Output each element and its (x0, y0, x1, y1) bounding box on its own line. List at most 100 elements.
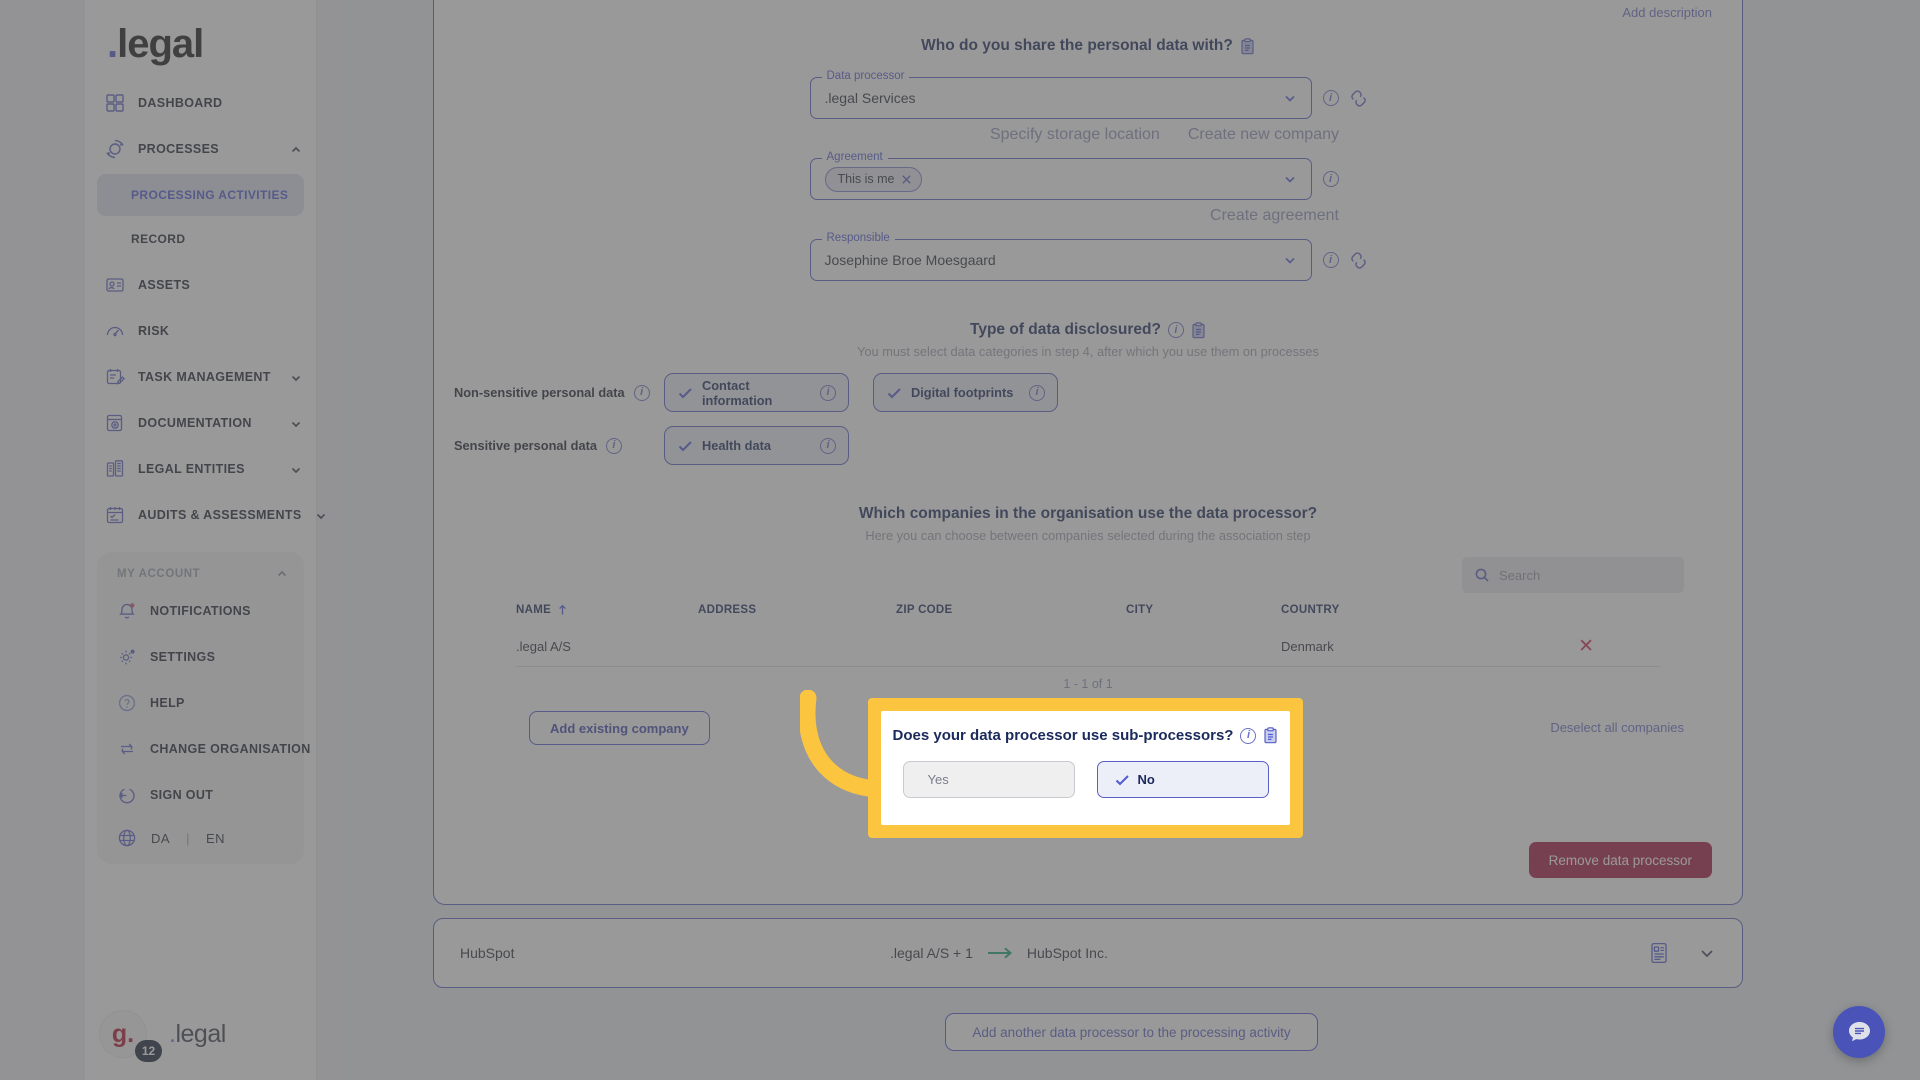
sidebar-item-processes[interactable]: PROCESSES (85, 126, 316, 172)
search-input[interactable]: Search (1462, 557, 1684, 593)
language-selector[interactable]: DA | EN (97, 818, 304, 852)
remove-data-processor-button[interactable]: Remove data processor (1528, 842, 1712, 878)
sidebar-item-change-organisation[interactable]: CHANGE ORGANISATION (97, 726, 310, 772)
column-header-city[interactable]: CITY (1126, 604, 1281, 616)
sub-processors-no-button[interactable]: No (1096, 761, 1269, 798)
check-icon (677, 438, 693, 454)
avatar-initial: g. (111, 1019, 135, 1048)
remove-company-icon[interactable]: ✕ (1578, 636, 1594, 657)
data-category-contact-information[interactable]: Contact information i (664, 373, 849, 412)
sidebar-item-audits-assessments[interactable]: AUDITS & ASSESSMENTS (85, 492, 325, 538)
create-new-company-link[interactable]: Create new company (1188, 126, 1339, 144)
info-icon[interactable]: i (1240, 727, 1257, 744)
deselect-all-companies-link[interactable]: Deselect all companies (1550, 720, 1684, 735)
sidebar: .legal DASHBOARD PROCESSES PROCESSING AC… (85, 0, 325, 1080)
agreement-select[interactable]: Agreement This is me (809, 151, 1312, 200)
data-category-label: Digital footprints (911, 385, 1014, 400)
user-profile[interactable]: g. 12 .legal (99, 1010, 226, 1062)
chevron-down-icon[interactable] (1283, 172, 1297, 186)
close-icon[interactable] (901, 174, 912, 185)
column-header-country[interactable]: COUNTRY (1281, 604, 1541, 616)
globe-icon (117, 828, 137, 848)
add-existing-company-button[interactable]: Add existing company (529, 711, 710, 745)
sidebar-item-risk[interactable]: RISK (85, 308, 316, 354)
sidebar-item-label: RISK (138, 324, 170, 338)
language-en[interactable]: EN (206, 831, 225, 846)
process-icon (105, 139, 125, 159)
sidebar-item-help[interactable]: HELP (97, 680, 304, 726)
processor-target: HubSpot Inc. (1026, 945, 1108, 961)
sidebar-item-notifications[interactable]: NOTIFICATIONS (97, 588, 304, 634)
sidebar-item-dashboard[interactable]: DASHBOARD (85, 80, 316, 126)
add-another-data-processor-button[interactable]: Add another data processor to the proces… (945, 1013, 1318, 1051)
data-category-health-data[interactable]: Health data i (664, 426, 849, 465)
agreement-links: Create agreement (837, 207, 1339, 225)
sidebar-item-legal-entities[interactable]: LEGAL ENTITIES (85, 446, 316, 492)
info-icon[interactable]: i (633, 384, 650, 401)
info-icon[interactable]: i (820, 384, 836, 401)
info-icon[interactable]: i (1029, 384, 1045, 401)
column-header-name[interactable]: NAME (516, 604, 698, 616)
column-header-address[interactable]: ADDRESS (698, 604, 896, 616)
processor-summary-row[interactable]: HubSpot .legal A/S + 1 HubSpot Inc. (433, 918, 1743, 988)
link-icon[interactable] (1350, 89, 1367, 107)
info-icon[interactable]: i (1322, 171, 1339, 187)
avatar[interactable]: g. 12 (99, 1010, 162, 1062)
sidebar-item-task-management[interactable]: TASK MANAGEMENT (85, 354, 316, 400)
clipboard-icon[interactable] (1263, 727, 1278, 744)
brand-logo[interactable]: .legal (85, 6, 316, 80)
sidebar-item-sign-out[interactable]: SIGN OUT (97, 772, 304, 818)
info-icon[interactable]: i (1322, 90, 1339, 106)
chat-bubble-icon[interactable] (1833, 1006, 1885, 1058)
clipboard-icon[interactable] (1191, 321, 1206, 339)
chevron-up-icon (290, 143, 302, 155)
processor-links: Specify storage location Create new comp… (837, 126, 1339, 144)
agreement-chip-label: This is me (837, 172, 895, 186)
agreement-chip[interactable]: This is me (824, 166, 923, 192)
cell-actions: ✕ (1541, 637, 1660, 656)
data-processor-select[interactable]: Data processor .legal Services (809, 70, 1312, 119)
yes-no-options: Yes No (881, 761, 1290, 798)
assets-icon (105, 275, 125, 295)
chevron-down-icon[interactable] (1698, 944, 1716, 962)
sensitive-label: Sensitive personal data i (434, 437, 664, 454)
responsible-select[interactable]: Responsible Josephine Broe Moesgaard (809, 232, 1312, 281)
info-icon[interactable]: i (1167, 322, 1184, 338)
sidebar-item-settings[interactable]: SETTINGS (97, 634, 304, 680)
sub-processors-yes-button[interactable]: Yes (902, 761, 1075, 798)
data-processor-legend: Data processor (821, 70, 910, 82)
specify-storage-location-link[interactable]: Specify storage location (990, 126, 1160, 144)
processor-name: HubSpot (460, 945, 515, 961)
my-account-header[interactable]: MY ACCOUNT (97, 562, 304, 588)
sidebar-item-record[interactable]: RECORD (97, 218, 304, 260)
clipboard-icon[interactable] (1240, 37, 1255, 55)
disclosure-subtitle: You must select data categories in step … (857, 344, 1319, 359)
sidebar-item-label: NOTIFICATIONS (150, 604, 251, 618)
data-category-digital-footprints[interactable]: Digital footprints i (873, 373, 1058, 412)
sidebar-item-processing-activities[interactable]: PROCESSING ACTIVITIES (97, 174, 304, 216)
sidebar-item-assets[interactable]: ASSETS (85, 262, 316, 308)
my-account-label: MY ACCOUNT (117, 568, 201, 580)
language-da[interactable]: DA (151, 831, 170, 846)
responsible-legend: Responsible (821, 232, 895, 244)
sidebar-item-documentation[interactable]: DOCUMENTATION (85, 400, 316, 446)
sub-processors-question-text: Does your data processor use sub-process… (892, 727, 1234, 744)
data-processor-value: .legal Services (824, 90, 916, 106)
info-icon[interactable]: i (820, 437, 836, 454)
disclosure-title-text: Type of data disclosured? (970, 321, 1161, 338)
link-icon[interactable] (1350, 251, 1367, 269)
sub-processors-question: Does your data processor use sub-process… (881, 727, 1290, 744)
audits-icon (105, 505, 125, 525)
chevron-down-icon[interactable] (1283, 253, 1297, 267)
add-description-link[interactable]: Add description (1622, 5, 1712, 20)
legal-entities-icon (105, 459, 125, 479)
companies-subtitle: Here you can choose between companies se… (865, 528, 1311, 543)
create-agreement-link[interactable]: Create agreement (1210, 207, 1339, 225)
info-icon[interactable]: i (605, 437, 622, 454)
column-header-zip-code[interactable]: ZIP CODE (896, 604, 1126, 616)
info-icon[interactable]: i (1322, 252, 1339, 268)
id-card-icon[interactable] (1648, 942, 1670, 964)
brand-dot: . (107, 22, 118, 66)
chevron-down-icon[interactable] (1283, 91, 1297, 105)
data-category-label: Health data (702, 438, 771, 453)
